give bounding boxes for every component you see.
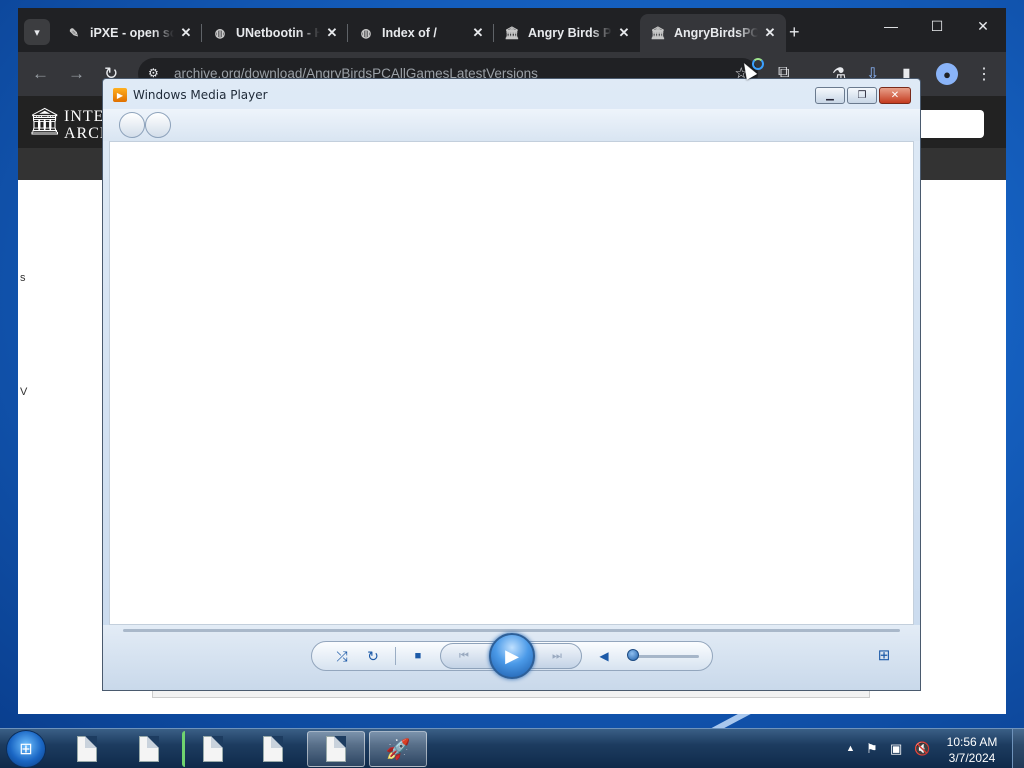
- menu-icon[interactable]: ⋮: [976, 64, 992, 84]
- tab-search-button[interactable]: ▾: [24, 19, 50, 45]
- globe-icon: ◍: [214, 26, 226, 40]
- wmp-window: ▶ Windows Media Player ▁ ❐ ✕ ⤮ ↻ ■ ⏮ ▶ ⏭…: [102, 78, 921, 691]
- tab-close-icon[interactable]: ✕: [178, 25, 194, 41]
- show-desktop-button[interactable]: [1012, 729, 1024, 768]
- globe-icon: ◍: [360, 26, 372, 40]
- mute-icon[interactable]: ◀: [593, 644, 615, 668]
- tab-angry-birds-download[interactable]: 🏛 AngryBirdsPCAllGamesLatestVersions ✕: [640, 14, 786, 52]
- profile-avatar[interactable]: ●: [936, 63, 958, 85]
- network-icon[interactable]: ▣: [890, 741, 902, 757]
- next-icon[interactable]: ⏭: [546, 644, 568, 668]
- tab-close-icon[interactable]: ✕: [324, 25, 340, 41]
- document-icon: [263, 736, 283, 762]
- wmp-title-bar[interactable]: ▶ Windows Media Player ▁ ❐ ✕: [103, 79, 920, 109]
- document-icon: [202, 736, 223, 762]
- start-button[interactable]: ⊞: [6, 730, 46, 768]
- wmp-back-button[interactable]: [119, 112, 145, 138]
- taskbar-document-1[interactable]: [58, 731, 116, 767]
- tab-label: Angry Birds PC All Games: [528, 26, 612, 40]
- wmp-forward-button[interactable]: [145, 112, 171, 138]
- tab-label: AngryBirdsPCAllGamesLatestVersions: [674, 26, 758, 40]
- internet-archive-logo-icon[interactable]: 🏛: [28, 106, 61, 137]
- new-tab-button[interactable]: +: [789, 22, 800, 43]
- taskbar-rocket-app[interactable]: 🚀: [369, 731, 427, 767]
- wmp-title: Windows Media Player: [133, 88, 268, 102]
- switch-view-icon[interactable]: ⊞: [873, 644, 895, 666]
- minimize-icon[interactable]: —: [878, 18, 904, 34]
- tab-strip: ▾ ✎ iPXE - open source boot firmware ✕ ◍…: [18, 8, 1006, 52]
- wmp-minimize-button[interactable]: ▁: [815, 87, 845, 104]
- taskbar-document-5[interactable]: [307, 731, 365, 767]
- volume-knob[interactable]: [627, 649, 639, 661]
- wmp-playback-controls: ⤮ ↻ ■ ⏮ ▶ ⏭ ◀ ⊞: [103, 625, 920, 690]
- tab-unetbootin[interactable]: ◍ UNetbootin - Homepage and Downloads ✕: [202, 14, 348, 52]
- shuffle-icon[interactable]: ⤮: [331, 644, 353, 668]
- seek-bar[interactable]: [123, 629, 900, 632]
- clipped-text: V: [20, 386, 28, 398]
- stop-icon[interactable]: ■: [407, 644, 429, 668]
- volume-muted-icon[interactable]: 🔇: [914, 741, 930, 757]
- wmp-library-pane: [109, 141, 914, 625]
- tab-index[interactable]: ◍ Index of / ✕: [348, 14, 494, 52]
- wmp-close-button[interactable]: ✕: [879, 87, 911, 104]
- wmp-nav-bar: [103, 109, 920, 141]
- clock[interactable]: 10:56 AM 3/7/2024: [944, 734, 1000, 766]
- tab-angry-birds[interactable]: 🏛 Angry Birds PC All Games ✕: [494, 14, 640, 52]
- internet-archive-icon: 🏛: [650, 26, 666, 40]
- tab-ipxe[interactable]: ✎ iPXE - open source boot firmware ✕: [56, 14, 202, 52]
- ipxe-favicon-icon: ✎: [68, 26, 80, 40]
- tab-label: Index of /: [382, 26, 437, 40]
- clock-date: 3/7/2024: [948, 751, 996, 765]
- document-icon: [326, 736, 346, 762]
- taskbar-document-2[interactable]: [120, 731, 178, 767]
- busy-indicator-icon: [752, 58, 764, 70]
- divider: [395, 647, 396, 665]
- tab-close-icon[interactable]: ✕: [616, 25, 632, 41]
- rocket-icon: 🚀: [385, 738, 411, 761]
- volume-slider[interactable]: [631, 655, 699, 658]
- back-icon[interactable]: ←: [32, 64, 49, 84]
- internet-archive-icon: 🏛: [504, 26, 520, 40]
- action-center-flag-icon[interactable]: ⚑: [866, 741, 878, 757]
- tab-close-icon[interactable]: ✕: [470, 25, 486, 41]
- play-button[interactable]: ▶: [489, 633, 535, 679]
- wmp-restore-button[interactable]: ❐: [847, 87, 877, 104]
- tab-close-icon[interactable]: ✕: [762, 25, 778, 41]
- repeat-icon[interactable]: ↻: [362, 644, 384, 668]
- wmp-app-icon: ▶: [113, 88, 127, 102]
- previous-icon[interactable]: ⏮: [453, 644, 475, 668]
- show-hidden-icons-icon[interactable]: ▲: [846, 743, 855, 753]
- document-icon: [139, 736, 159, 762]
- forward-icon[interactable]: →: [68, 64, 85, 84]
- tab-label: iPXE - open source boot firmware: [90, 26, 174, 40]
- taskbar-document-3[interactable]: [182, 731, 240, 767]
- clipped-text: s: [20, 272, 26, 284]
- taskbar-document-4[interactable]: [244, 731, 302, 767]
- taskbar: ⊞ 🚀 ▲ ⚑ ▣ 🔇 10:56 AM 3/7/2024: [0, 728, 1024, 768]
- clock-time: 10:56 AM: [946, 735, 998, 749]
- maximize-icon[interactable]: ☐: [924, 18, 950, 35]
- close-icon[interactable]: ✕: [970, 18, 996, 35]
- document-icon: [77, 736, 97, 762]
- tab-label: UNetbootin - Homepage and Downloads: [236, 26, 320, 40]
